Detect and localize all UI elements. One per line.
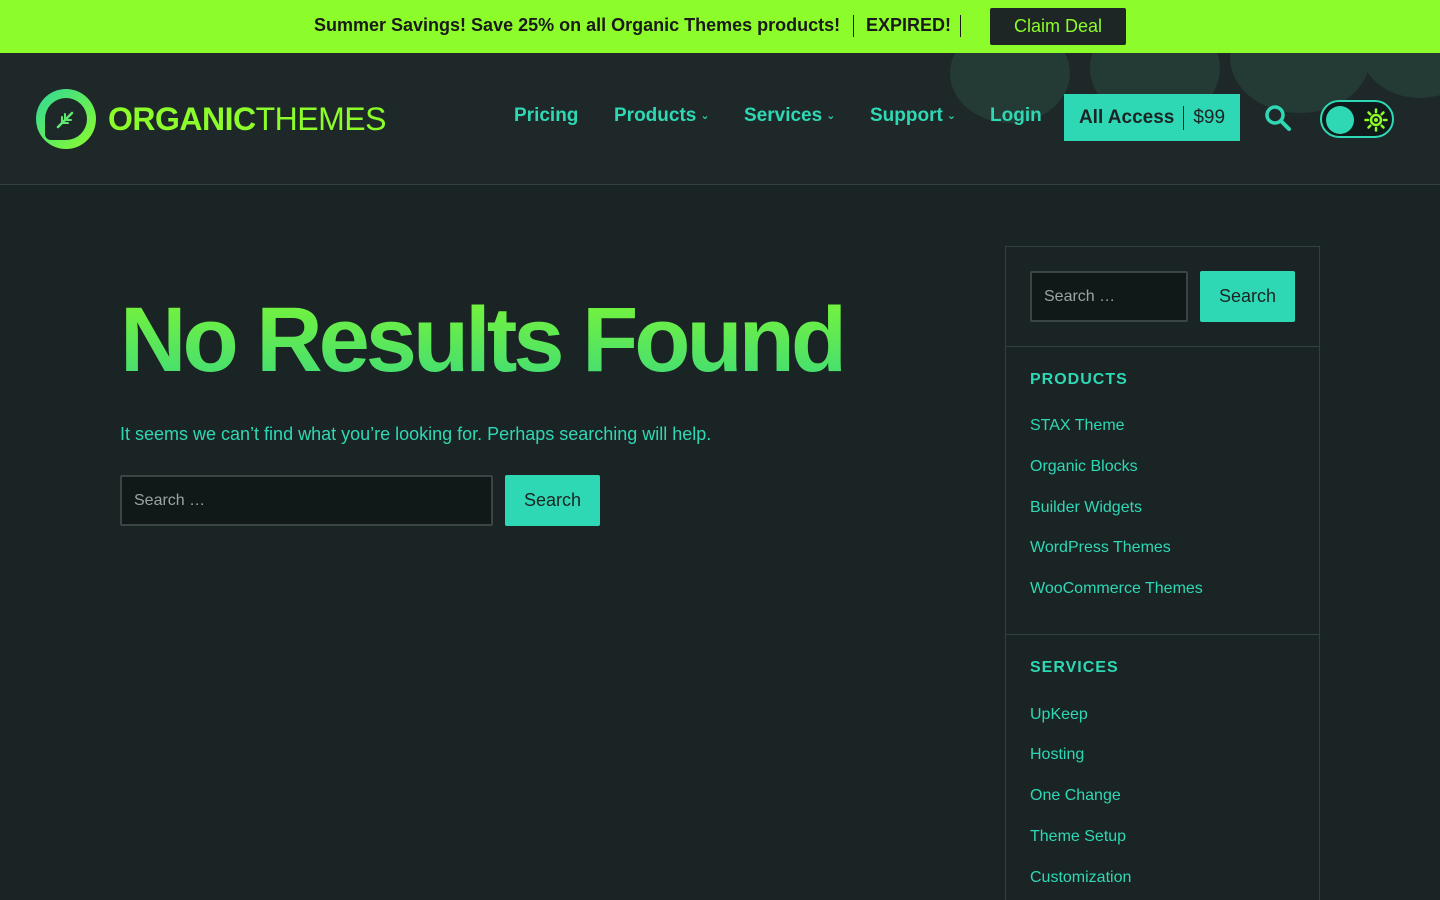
theme-toggle[interactable] [1320, 100, 1394, 138]
sidebar-link-woocommerce-themes[interactable]: WooCommerce Themes [1030, 580, 1203, 598]
nav-services[interactable]: Services ⌄ [744, 105, 835, 127]
sidebar-search: Search [1006, 247, 1319, 347]
logo-wordmark: ORGANIC THEMES [108, 100, 386, 137]
sidebar-services-section: SERVICES UpKeep Hosting One Change Theme… [1006, 635, 1319, 900]
promo-divider [853, 15, 854, 37]
sidebar-link-wordpress-themes[interactable]: WordPress Themes [1030, 539, 1171, 557]
all-access-label: All Access [1078, 106, 1175, 128]
site-header: ORGANIC THEMES Pricing Products ⌄ Services… [0, 53, 1440, 185]
site-logo[interactable]: ORGANIC THEMES [36, 89, 386, 149]
chevron-down-icon: ⌄ [826, 110, 836, 122]
promo-text: Summer Savings! Save 25% on all Organic … [314, 15, 841, 35]
sidebar-link-one-change[interactable]: One Change [1030, 787, 1121, 805]
leaf-decoration [1360, 53, 1440, 98]
page-title: No Results Found [120, 289, 847, 391]
services-heading: SERVICES [1030, 659, 1119, 676]
nav-support[interactable]: Support ⌄ [870, 105, 956, 127]
products-heading: PRODUCTS [1030, 371, 1128, 388]
chevron-down-icon: ⌄ [700, 110, 710, 122]
nav-products[interactable]: Products ⌄ [614, 105, 710, 127]
search-input[interactable] [120, 475, 493, 526]
search-button[interactable]: Search [505, 475, 600, 526]
promo-bar: Summer Savings! Save 25% on all Organic … [0, 0, 1440, 53]
sidebar: Search PRODUCTS STAX Theme Organic Block… [1005, 246, 1320, 900]
sidebar-link-hosting[interactable]: Hosting [1030, 746, 1084, 764]
promo-divider [960, 15, 961, 37]
all-access-button[interactable]: All Access $99 [1064, 94, 1240, 141]
all-access-price: $99 [1193, 106, 1226, 128]
nav-pricing[interactable]: Pricing [514, 105, 578, 127]
sidebar-link-theme-setup[interactable]: Theme Setup [1030, 828, 1126, 846]
sidebar-search-input[interactable] [1030, 271, 1188, 322]
sun-icon [1364, 108, 1388, 132]
claim-deal-button[interactable]: Claim Deal [990, 8, 1126, 45]
sidebar-link-stax-theme[interactable]: STAX Theme [1030, 417, 1125, 435]
sidebar-link-organic-blocks[interactable]: Organic Blocks [1030, 458, 1138, 476]
sidebar-search-button[interactable]: Search [1200, 271, 1295, 322]
chevron-down-icon: ⌄ [946, 110, 957, 122]
cta-divider [1183, 105, 1185, 130]
no-results-message: It seems we can’t find what you’re looki… [120, 424, 712, 444]
nav-login[interactable]: Login [990, 105, 1042, 127]
sidebar-link-builder-widgets[interactable]: Builder Widgets [1030, 499, 1142, 517]
sidebar-link-upkeep[interactable]: UpKeep [1030, 706, 1088, 724]
sidebar-products-section: PRODUCTS STAX Theme Organic Blocks Build… [1006, 347, 1319, 635]
search-icon[interactable] [1264, 104, 1292, 132]
promo-status: EXPIRED! [866, 15, 952, 35]
leaf-logo-icon [36, 89, 96, 149]
sidebar-link-customization[interactable]: Customization [1030, 869, 1131, 887]
toggle-knob [1326, 106, 1354, 134]
